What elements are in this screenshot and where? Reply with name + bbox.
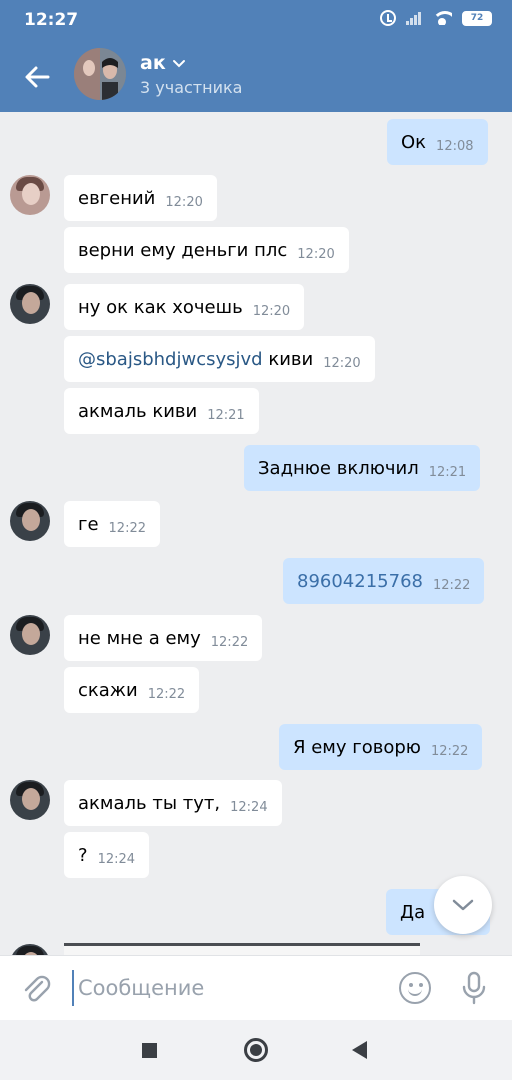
message-bubble-incoming[interactable]: ну ок как хочешь 12:20 <box>64 284 305 330</box>
attach-icon[interactable] <box>20 972 52 1004</box>
message-bubble-outgoing[interactable]: Я ему говорю 12:22 <box>279 724 483 770</box>
wifi-icon <box>432 11 452 25</box>
chat-title[interactable]: ак <box>140 52 186 74</box>
message-text: ? <box>78 844 88 866</box>
signal-icon <box>406 11 422 25</box>
chat-title-text: ак <box>140 52 166 74</box>
message-text: скажи <box>78 679 138 701</box>
phone-link[interactable]: 89604215768 <box>297 571 423 592</box>
message-composer <box>0 955 512 1020</box>
battery-icon: 72 <box>462 10 492 26</box>
message-text: ге <box>78 513 99 535</box>
microphone-icon[interactable] <box>458 970 490 1006</box>
message-bubble-incoming[interactable]: акмаль ты тут, 12:24 <box>64 780 282 826</box>
emoji-icon[interactable] <box>399 972 431 1004</box>
alarm-icon <box>380 10 396 26</box>
message-text: не мне а ему <box>78 627 201 649</box>
message-text: акмаль ты тут, <box>78 792 221 814</box>
message-text: акмаль киви <box>78 400 198 422</box>
message-bubble-incoming[interactable]: ? 12:24 <box>64 832 150 878</box>
chat-avatar[interactable] <box>74 48 126 100</box>
message-time: 12:22 <box>108 520 146 536</box>
system-back-icon[interactable] <box>352 1041 367 1059</box>
avatar[interactable] <box>10 284 50 324</box>
message-bubble-incoming[interactable]: скажи 12:22 <box>64 667 200 713</box>
status-icons: 72 <box>380 10 492 26</box>
message-text: ну ок как хочешь <box>78 296 243 318</box>
avatar[interactable] <box>10 944 50 955</box>
mention-link[interactable]: @sbajsbhdjwcsysjvd <box>78 349 263 370</box>
message-time: 12:21 <box>207 407 245 423</box>
message-text: Заднюе включил <box>258 457 419 479</box>
message-time: 12:20 <box>165 194 203 210</box>
message-bubble-outgoing[interactable]: Ок 12:08 <box>387 119 488 165</box>
message-text: Я ему говорю <box>293 736 421 758</box>
avatar[interactable] <box>10 501 50 541</box>
scroll-down-icon[interactable] <box>434 876 492 934</box>
message-time: 12:21 <box>428 464 467 480</box>
message-bubble-incoming[interactable]: евгений 12:20 <box>64 175 217 221</box>
avatar[interactable] <box>10 615 50 655</box>
message-time: 12:22 <box>430 743 469 759</box>
message-time: 12:24 <box>97 851 136 867</box>
message-bubble-incoming[interactable]: @sbajsbhdjwcsysjvd киви 12:20 <box>64 336 375 382</box>
system-navigation-bar <box>0 1020 512 1080</box>
message-time: 12:22 <box>147 686 186 702</box>
message-bubble-incoming[interactable]: не мне а ему 12:22 <box>64 615 263 661</box>
avatar[interactable] <box>10 175 50 215</box>
chat-header: 12:27 72 ак 3 участника <box>0 0 512 112</box>
message-time: 12:08 <box>436 138 474 154</box>
home-icon[interactable] <box>244 1038 268 1062</box>
message-text: Ок <box>401 131 427 153</box>
message-time: 12:20 <box>252 303 291 319</box>
status-time: 12:27 <box>24 10 79 30</box>
recent-apps-icon[interactable] <box>142 1043 157 1058</box>
participants-count: 3 участника <box>140 78 243 97</box>
message-time: 12:22 <box>432 577 471 593</box>
message-bubble-incoming[interactable]: акмаль киви 12:21 <box>64 388 259 434</box>
chevron-down-icon <box>172 58 186 72</box>
message-time: 12:22 <box>210 634 249 650</box>
message-bubble-incoming[interactable]: ге 12:22 <box>64 501 160 547</box>
attachment-preview[interactable] <box>64 943 420 955</box>
message-input[interactable] <box>72 970 382 1006</box>
avatar[interactable] <box>10 780 50 820</box>
message-list[interactable]: Ок 12:08 евгений 12:20 верни ему деньги … <box>0 112 512 955</box>
message-text: киви <box>262 348 314 370</box>
message-time: 12:24 <box>230 799 268 815</box>
message-bubble-incoming[interactable]: верни ему деньги плс 12:20 <box>64 227 349 273</box>
message-text: Да <box>400 901 426 923</box>
message-bubble-outgoing[interactable]: Заднюе включил 12:21 <box>244 445 481 491</box>
message-text: евгений <box>78 187 156 209</box>
message-time: 12:20 <box>297 246 335 262</box>
message-text: верни ему деньги плс <box>78 239 288 261</box>
message-time: 12:20 <box>323 355 361 371</box>
message-bubble-outgoing[interactable]: 89604215768 12:22 <box>283 558 485 604</box>
back-arrow-icon[interactable] <box>20 60 54 94</box>
